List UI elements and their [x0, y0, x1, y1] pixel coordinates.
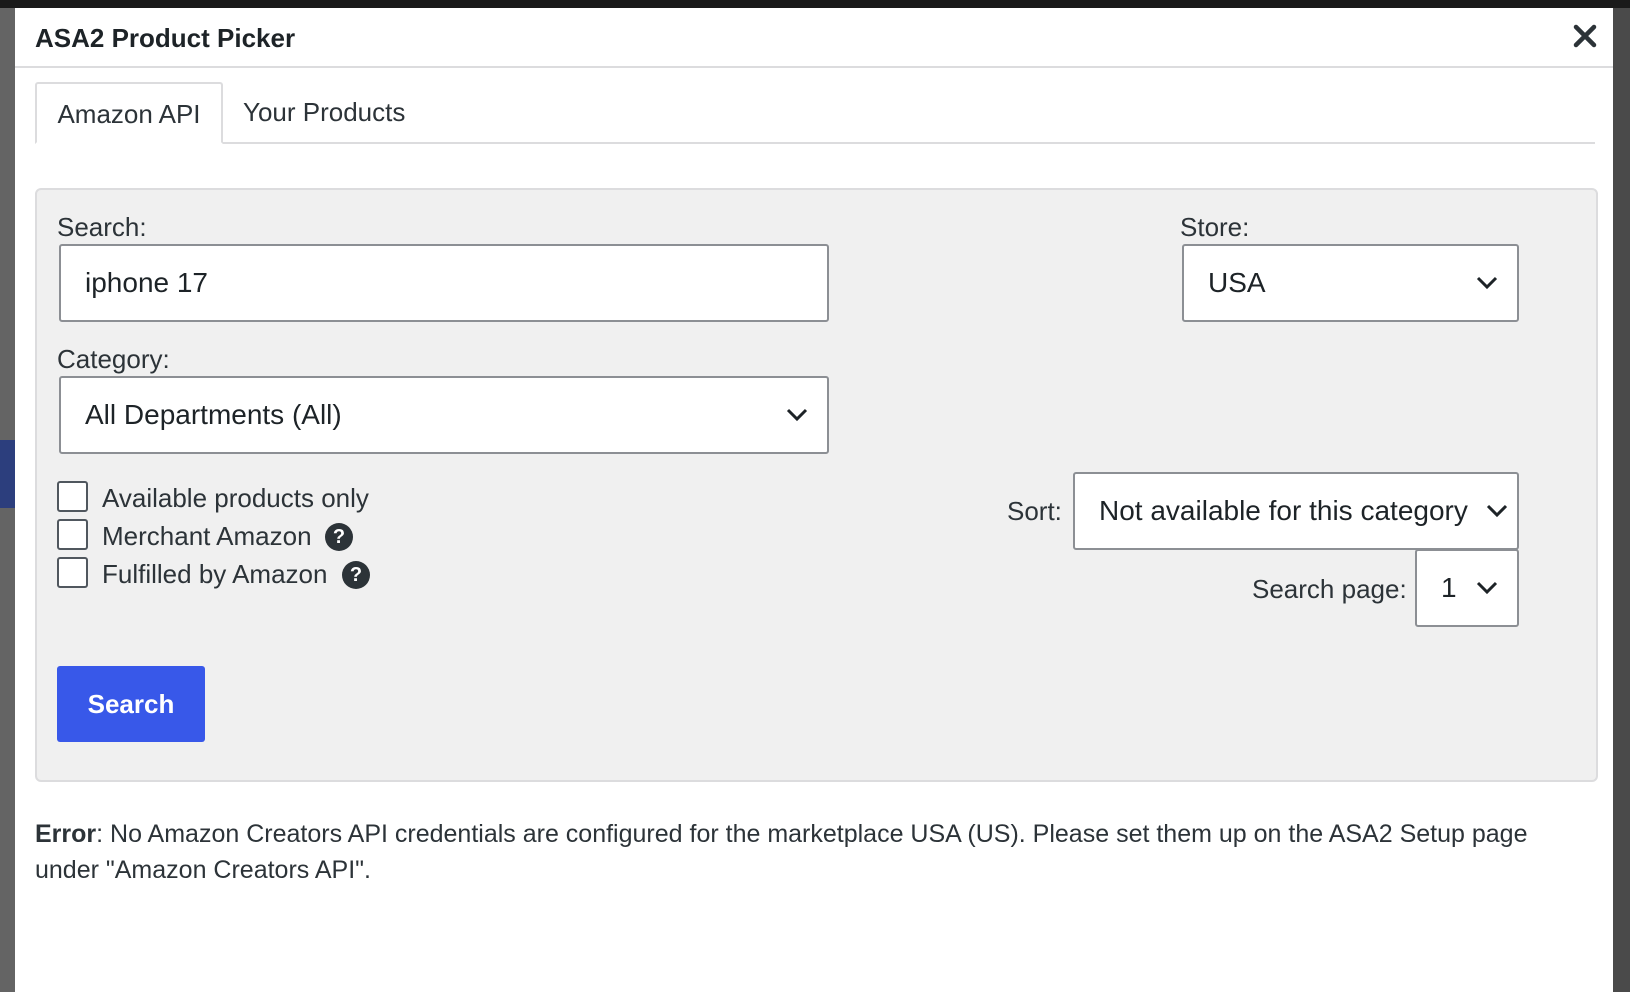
search-page-select[interactable]: 1 — [1415, 549, 1519, 627]
backdrop-hint — [0, 440, 15, 508]
chevron-down-icon — [1476, 276, 1498, 290]
category-label: Category: — [57, 344, 170, 374]
help-icon[interactable]: ? — [342, 561, 370, 589]
error-prefix: Error — [35, 820, 97, 848]
search-input[interactable]: iphone 17 — [59, 244, 829, 322]
chevron-down-icon — [1486, 504, 1508, 518]
search-page-label: Search page: — [1252, 574, 1407, 604]
close-button[interactable] — [1570, 21, 1600, 51]
backdrop-left — [0, 8, 15, 992]
backdrop-top — [0, 0, 1630, 8]
merchant-amazon-label: Merchant Amazon — [102, 521, 312, 551]
product-picker-modal: ASA2 Product Picker Amazon API Your Prod… — [15, 8, 1613, 992]
modal-header: ASA2 Product Picker — [15, 8, 1613, 68]
search-label: Search: — [57, 212, 147, 242]
tab-bar: Amazon API Your Products — [35, 82, 1595, 144]
error-message: Error: No Amazon Creators API credential… — [35, 816, 1595, 888]
search-input-value: iphone 17 — [85, 267, 209, 298]
sort-select[interactable]: Not available for this category — [1073, 472, 1519, 550]
sort-label: Sort: — [1007, 496, 1062, 526]
search-page-value: 1 — [1441, 572, 1457, 603]
sort-select-value: Not available for this category — [1099, 495, 1468, 526]
help-icon[interactable]: ? — [325, 523, 353, 551]
category-select-value: All Departments (All) — [85, 399, 342, 430]
fulfilled-by-amazon-checkbox[interactable] — [57, 557, 88, 588]
close-icon — [1573, 24, 1597, 48]
available-only-checkbox[interactable] — [57, 481, 88, 512]
fulfilled-by-amazon-label: Fulfilled by Amazon — [102, 559, 328, 589]
tab-your-products[interactable]: Your Products — [243, 82, 405, 142]
store-label: Store: — [1180, 212, 1250, 242]
search-button[interactable]: Search — [57, 666, 205, 742]
store-select-value: USA — [1208, 267, 1266, 298]
merchant-amazon-checkbox[interactable] — [57, 519, 88, 550]
store-select[interactable]: USA — [1182, 244, 1519, 322]
search-panel: Search: iphone 17 Store: USA Category: A… — [35, 188, 1598, 782]
error-text: : No Amazon Creators API credentials are… — [35, 820, 1528, 884]
chevron-down-icon — [786, 408, 808, 422]
category-select[interactable]: All Departments (All) — [59, 376, 829, 454]
available-only-label: Available products only — [102, 483, 369, 513]
tab-amazon-api[interactable]: Amazon API — [35, 82, 223, 144]
backdrop-right — [1613, 8, 1630, 992]
chevron-down-icon — [1476, 581, 1498, 595]
modal-title: ASA2 Product Picker — [35, 23, 296, 53]
